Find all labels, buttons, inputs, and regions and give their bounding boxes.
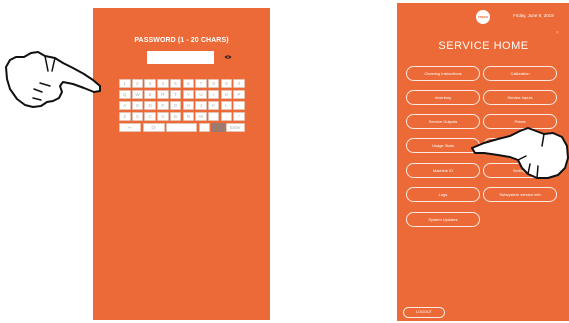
key[interactable]: N xyxy=(182,112,194,121)
key[interactable]: 6 xyxy=(182,79,194,88)
key[interactable]: C xyxy=(144,112,156,121)
calibration-button[interactable]: Calibration xyxy=(483,66,557,81)
key[interactable]: 7 xyxy=(195,79,207,88)
shift-key[interactable] xyxy=(210,123,225,132)
key[interactable]: W xyxy=(131,90,144,99)
pointing-hand-left xyxy=(5,51,101,108)
key[interactable]: 5 xyxy=(169,79,182,88)
backspace-key[interactable]: ⇐ xyxy=(119,123,141,132)
key[interactable]: L xyxy=(220,101,233,110)
key[interactable]: , xyxy=(220,112,233,121)
key[interactable]: / xyxy=(233,112,245,121)
key[interactable]: 8 xyxy=(207,79,220,88)
key[interactable]: H xyxy=(182,101,194,110)
password-input[interactable] xyxy=(147,51,214,64)
service-inputs-button[interactable]: Service Inputs xyxy=(483,90,557,105)
key[interactable]: V xyxy=(157,112,169,121)
key[interactable]: Z xyxy=(119,112,131,121)
key[interactable]: 9 xyxy=(220,79,233,88)
machine-id-button[interactable]: Machine ID xyxy=(406,163,480,178)
keyboard-row: ASDFGHJKL- xyxy=(119,101,245,111)
key[interactable]: 3 xyxy=(144,79,156,88)
key[interactable]: E xyxy=(144,90,156,99)
enter-key[interactable]: Enter xyxy=(225,123,245,132)
keyboard-row: 1234567890 xyxy=(119,79,245,89)
signal-icon: ((( xyxy=(556,31,559,34)
space-key[interactable] xyxy=(166,123,197,132)
key[interactable]: O xyxy=(220,90,233,99)
key[interactable]: B xyxy=(169,112,182,121)
keyboard-row: Z X C V B N M., / xyxy=(119,112,245,122)
eye-icon[interactable] xyxy=(224,54,232,60)
key[interactable]: R xyxy=(157,90,169,99)
key[interactable]: Q xyxy=(119,90,131,99)
date-label: Friday, June 8, 2018 xyxy=(513,13,554,18)
usage-stats-button[interactable]: Usage Stats xyxy=(406,138,480,153)
period-key[interactable]: . xyxy=(198,123,210,132)
key[interactable]: S xyxy=(131,101,144,110)
key[interactable]: - xyxy=(233,101,245,110)
key[interactable]: U xyxy=(195,90,207,99)
key[interactable]: 0 xyxy=(233,79,245,88)
key[interactable]: J xyxy=(195,101,207,110)
logout-button[interactable]: LOGOUT xyxy=(403,307,445,318)
at-key[interactable]: @ xyxy=(142,123,165,132)
page-title: SERVICE HOME xyxy=(438,40,529,52)
keyboard-row-bottom: ⇐ @. Enter xyxy=(119,123,245,133)
fresh-blends-logo: FRESH BLENDS xyxy=(476,10,490,33)
service-outputs-button[interactable]: Service Outputs xyxy=(406,114,480,129)
key[interactable]: P xyxy=(233,90,245,99)
system-updates-button[interactable]: System Updates xyxy=(406,212,480,227)
key[interactable]: A xyxy=(119,101,131,110)
logs-button[interactable]: Logs xyxy=(406,187,480,202)
pointing-hand-right xyxy=(471,127,569,179)
key[interactable]: M xyxy=(195,112,207,121)
key[interactable]: X xyxy=(131,112,144,121)
key[interactable]: G xyxy=(169,101,182,110)
key[interactable]: I xyxy=(207,90,220,99)
key[interactable]: . xyxy=(207,112,220,121)
password-title: PASSWORD (1 - 20 CHARS) xyxy=(134,37,229,44)
cleaning-instructions-button[interactable]: Cleaning Instructions xyxy=(406,66,480,81)
key[interactable]: Y xyxy=(182,90,194,99)
password-screen: PASSWORD (1 - 20 CHARS) 1234567890QWERTY… xyxy=(93,8,270,320)
keyboard-row: QWERTYUIOP xyxy=(119,90,245,100)
key[interactable]: 4 xyxy=(157,79,169,88)
key[interactable]: 2 xyxy=(131,79,144,88)
key[interactable]: T xyxy=(169,90,182,99)
subsystem-version-info-button[interactable]: Subsystem version info xyxy=(483,187,557,202)
key[interactable]: D xyxy=(144,101,156,110)
on-screen-keyboard: 1 2 3 4 5 6 7 8 9 0 Q W E R T Y U I O P A S D F G H J K L - Z X C V B N M., /… xyxy=(119,79,245,134)
inventory-button[interactable]: Inventory xyxy=(406,90,480,105)
key[interactable]: F xyxy=(157,101,169,110)
key[interactable]: 1 xyxy=(119,79,131,88)
key[interactable]: K xyxy=(207,101,220,110)
